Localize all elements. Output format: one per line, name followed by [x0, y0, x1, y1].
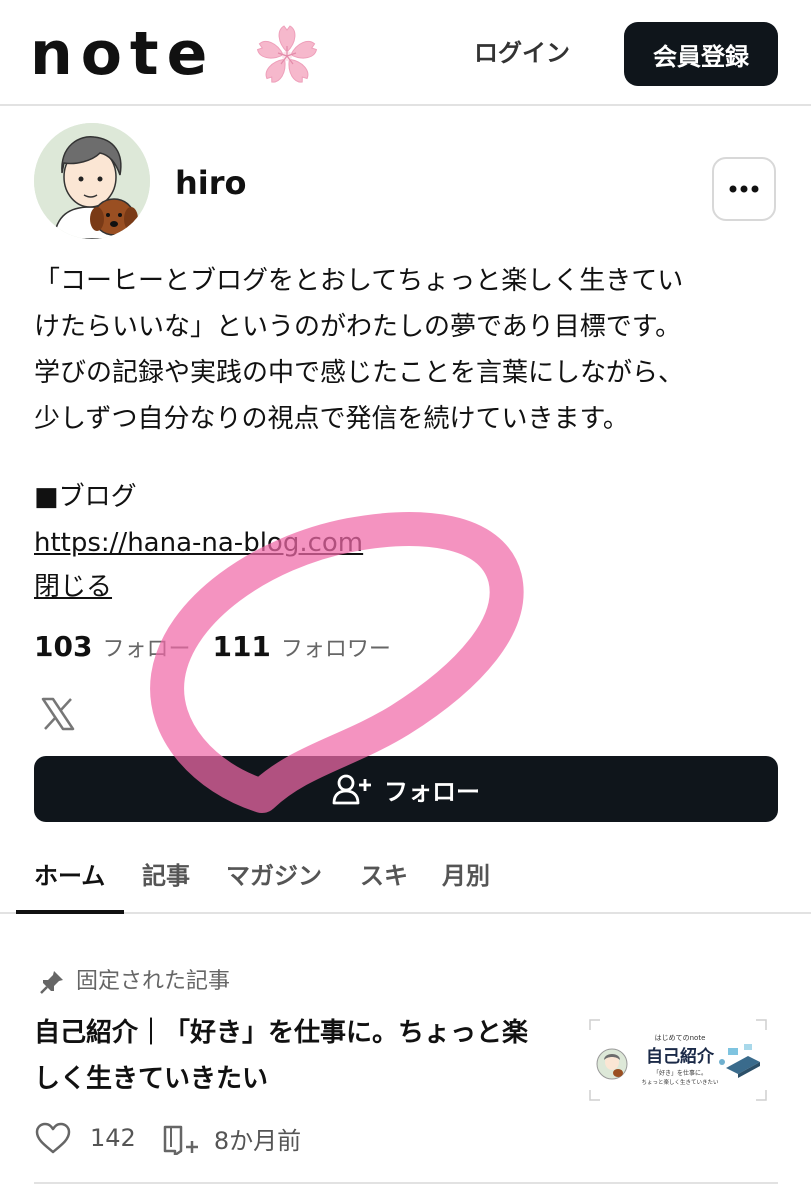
profile-name: hiro [175, 164, 247, 202]
blog-heading: ■ブログ [34, 482, 137, 512]
follow-stats: 103 フォロー 111 フォロワー [34, 630, 413, 670]
tab-likes[interactable]: スキ [360, 858, 408, 894]
avatar-illustration [34, 123, 150, 239]
close-bio-link[interactable]: 閉じる [34, 566, 112, 608]
article-time: 8か月前 [213, 1126, 302, 1155]
bio-line: 「コーヒーとブログをとおしてちょっと楽しく生きてい [34, 266, 684, 296]
article-thumbnail[interactable]: はじめてのnote 自己紹介 「好き」を仕事に。 ちょっと楽しく生きていきたい [588, 1018, 768, 1102]
profile-tabs: ホーム 記事 マガジン スキ 月別 [0, 850, 811, 914]
follow-count[interactable]: 103 [34, 630, 92, 663]
pinned-label: 固定された記事 [38, 966, 230, 998]
follow-button[interactable]: フォロー [34, 756, 778, 822]
x-logo-icon[interactable] [40, 696, 76, 732]
divider [34, 1182, 778, 1184]
avatar[interactable] [34, 123, 150, 239]
follower-label[interactable]: フォロワー [281, 631, 391, 663]
article-title-line: しく生きていきたい [34, 1064, 269, 1094]
sakura-icon [256, 25, 318, 83]
bio-line: けたらいいな」というのがわたしの夢であり目標です。 [34, 312, 682, 342]
more-icon [729, 185, 759, 193]
login-link[interactable]: ログイン [474, 36, 570, 70]
tab-magazine[interactable]: マガジン [226, 858, 322, 894]
blog-url-link[interactable]: https://hana-na-blog.com [34, 522, 363, 564]
like-count: 142 [90, 1124, 136, 1152]
article-title[interactable]: 自己紹介｜「好き」を仕事に。ちょっと楽 しく生きていきたい [34, 1010, 554, 1102]
tab-monthly[interactable]: 月別 [442, 858, 490, 894]
follower-count[interactable]: 111 [212, 630, 270, 663]
magazine-add-icon[interactable] [162, 1121, 202, 1155]
signup-button[interactable]: 会員登録 [624, 22, 778, 86]
tab-home[interactable]: ホーム [34, 858, 105, 894]
tab-articles[interactable]: 記事 [142, 858, 190, 894]
note-logo[interactable]: note [30, 14, 215, 94]
add-user-icon [332, 774, 371, 805]
bio-line: 学びの記録や実践の中で感じたことを言葉にしながら、 [34, 358, 685, 388]
pinned-label-text: 固定された記事 [76, 969, 231, 994]
pin-icon [40, 971, 63, 994]
article-title-line: 自己紹介｜「好き」を仕事に。ちょっと楽 [34, 1018, 529, 1048]
thumb-sub-text: 「好き」を仕事に。 [653, 1069, 707, 1077]
follow-button-label: フォロー [384, 777, 480, 806]
profile-bio: 「コーヒーとブログをとおしてちょっと楽しく生きてい けたらいいな」というのがわた… [34, 258, 779, 442]
bio-line: 少しずつ自分なりの視点で発信を続けていきます。 [34, 404, 629, 434]
heart-icon[interactable] [34, 1121, 72, 1155]
thumb-sub-text: ちょっと楽しく生きていきたい [641, 1078, 719, 1086]
thumb-small-text: はじめてのnote [655, 1034, 706, 1042]
active-tab-indicator [16, 910, 124, 914]
thumb-title-text: 自己紹介 [646, 1046, 715, 1067]
more-menu-button[interactable] [712, 157, 776, 221]
header: note ログイン 会員登録 [0, 0, 811, 106]
article-meta: 142 8か月前 [34, 1118, 301, 1158]
follow-label[interactable]: フォロー [102, 631, 190, 663]
